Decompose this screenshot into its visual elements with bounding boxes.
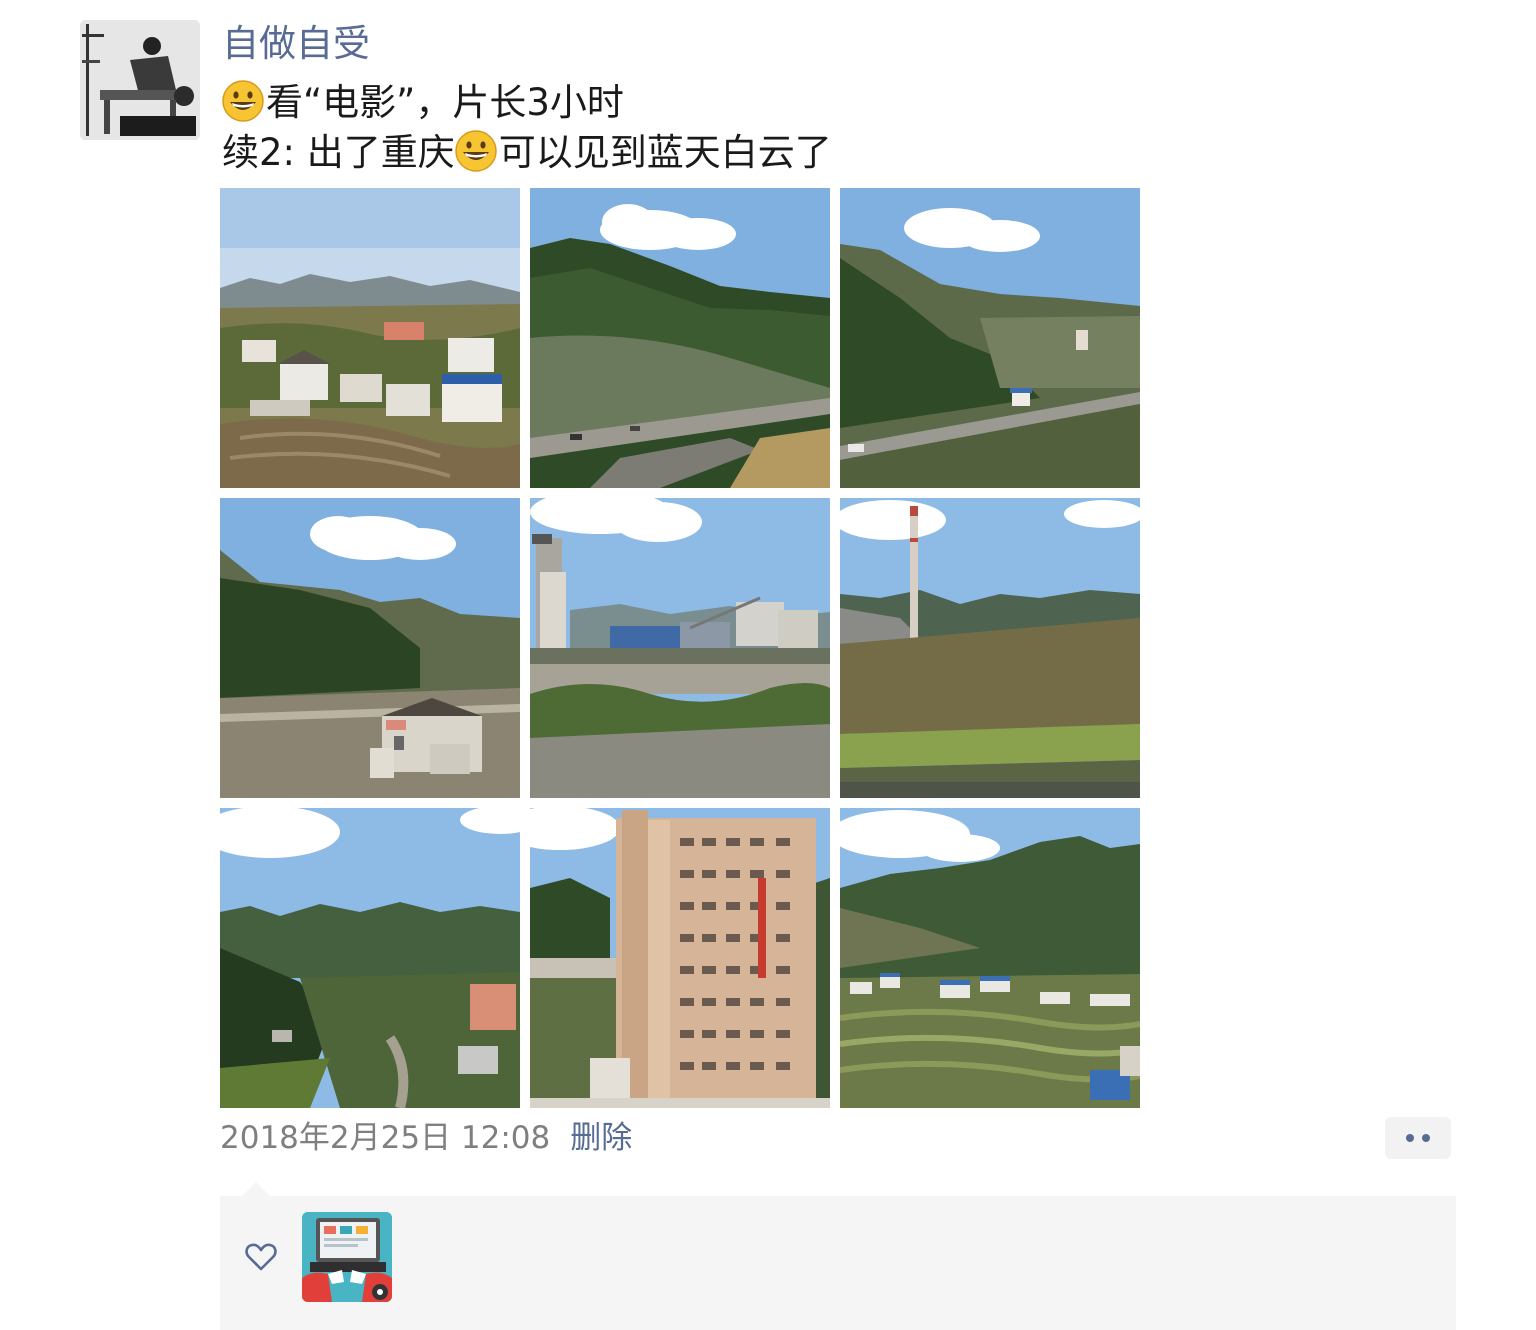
photo-village-houses[interactable] (220, 188, 520, 488)
grinning-face-emoji-icon (455, 130, 497, 172)
post-text-line-2: 续2: 出了重庆 可以见到蓝天白云了 (222, 128, 1452, 178)
photo-grid (220, 188, 1140, 1108)
photo-forested-hill-road[interactable] (530, 188, 830, 488)
photo-hillside-town[interactable] (840, 188, 1140, 488)
dot (1406, 1134, 1414, 1142)
photo-apartment-tower[interactable] (530, 808, 830, 1108)
photo-valley-buildings[interactable] (220, 498, 520, 798)
photo-terraced-village[interactable] (840, 808, 1140, 1108)
author-avatar[interactable] (80, 20, 200, 140)
post-meta: 2018年2月25日 12:08 删除 (220, 1114, 632, 1162)
author-name[interactable]: 自做自受 (222, 18, 370, 70)
photo-valley-town[interactable] (220, 808, 520, 1108)
post-text: 看“电影”，片长3小时 续2: 出了重庆 可以见到蓝天白云了 (222, 78, 1452, 178)
post-timestamp: 2018年2月25日 12:08 (220, 1120, 551, 1156)
likes-section (220, 1182, 1456, 1330)
post-text-line-2-after: 可以见到蓝天白云了 (498, 131, 832, 174)
liker-avatar[interactable] (302, 1212, 392, 1302)
moments-post: 自做自受 看“电影”，片长3小时 续2: 出了重庆 可以见到蓝天白云了 2018… (0, 0, 1536, 1330)
delete-button[interactable]: 删除 (570, 1120, 632, 1156)
grinning-face-emoji-icon (222, 80, 264, 122)
photo-cement-factory[interactable] (530, 498, 830, 798)
post-text-line-1: 看“电影”，片长3小时 (222, 78, 1452, 128)
heart-outline-icon (245, 1243, 277, 1271)
dot (1422, 1134, 1430, 1142)
post-text-line-2-before: 续2: 出了重庆 (222, 131, 455, 174)
photo-chimney-fields[interactable] (840, 498, 1140, 798)
more-dots-icon[interactable] (1385, 1117, 1451, 1159)
post-text-line-1-text: 看“电影”，片长3小时 (266, 81, 624, 124)
